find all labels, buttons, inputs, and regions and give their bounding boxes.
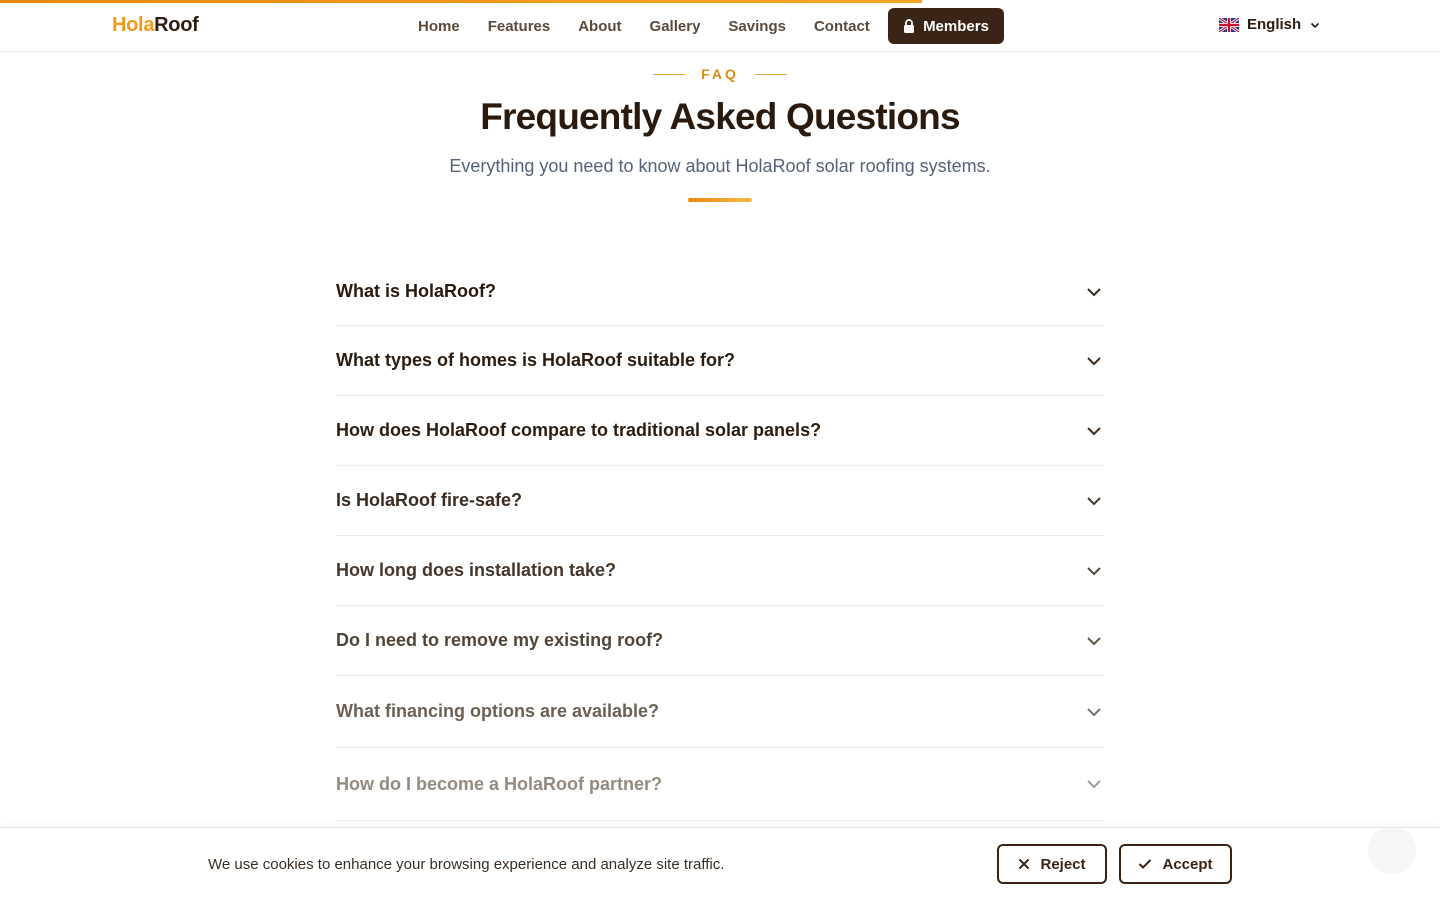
cookie-banner: We use cookies to enhance your browsing … — [0, 827, 1440, 900]
check-icon — [1139, 859, 1152, 869]
chevron-down-icon — [1087, 426, 1101, 435]
nav-link-home[interactable]: Home — [418, 18, 460, 35]
faq-question: What is HolaRoof? — [336, 281, 496, 301]
faq-item[interactable]: Do I need to remove my existing roof? — [336, 606, 1104, 676]
accept-button[interactable]: Accept — [1119, 844, 1232, 884]
nav-link-features[interactable]: Features — [488, 18, 551, 35]
chevron-down-icon — [1087, 780, 1101, 789]
faq-question: Is HolaRoof fire-safe? — [336, 490, 523, 510]
nav-link-gallery[interactable]: Gallery — [650, 18, 701, 35]
chevron-down-icon — [1087, 707, 1101, 716]
uk-flag-icon — [1219, 17, 1239, 32]
faq-question: How does HolaRoof compare to traditional… — [336, 420, 822, 440]
kicker-line-left — [653, 73, 686, 75]
faq-kicker: FAQ — [0, 66, 1440, 82]
language-selector[interactable]: English — [1219, 16, 1321, 33]
faq-question: What types of homes is HolaRoof suitable… — [336, 350, 736, 370]
faq-item[interactable]: Is HolaRoof fire-safe? — [336, 466, 1104, 536]
faq-item[interactable]: How long does installation take? — [336, 536, 1104, 606]
faq-item[interactable]: What financing options are available? — [336, 676, 1104, 748]
nav-link-savings[interactable]: Savings — [728, 18, 786, 35]
accept-label: Accept — [1162, 855, 1213, 873]
faq-question: How long does installation take? — [336, 560, 617, 580]
nav-link-about[interactable]: About — [578, 18, 621, 35]
reject-button[interactable]: Reject — [997, 844, 1107, 884]
logo-part-roof: Roof — [154, 14, 199, 36]
faq-item[interactable]: How does HolaRoof compare to traditional… — [336, 396, 1104, 466]
faq-item[interactable]: What is HolaRoof? — [336, 258, 1104, 326]
logo-part-hola: Hola — [112, 14, 155, 36]
chevron-down-icon — [1087, 496, 1101, 505]
site-header: HolaRoof Home Features About Gallery Sav… — [0, 0, 1440, 52]
chevron-down-icon — [1087, 287, 1101, 296]
faq-kicker-label: FAQ — [701, 66, 739, 82]
chevron-down-icon — [1087, 356, 1101, 365]
faq-item[interactable]: How do I become a HolaRoof partner? — [336, 748, 1104, 821]
faq-list: What is HolaRoof? What types of homes is… — [336, 258, 1104, 821]
faq-question: What financing options are available? — [336, 701, 660, 721]
reject-label: Reject — [1040, 855, 1086, 873]
cookie-message: We use cookies to enhance your browsing … — [208, 856, 725, 873]
chevron-down-icon — [1087, 566, 1101, 575]
floating-action-button[interactable] — [1368, 826, 1416, 874]
members-label: Members — [923, 17, 989, 35]
close-icon — [1019, 858, 1030, 870]
chevron-down-icon — [1087, 636, 1101, 645]
scroll-progress-bar — [0, 0, 922, 3]
lock-icon — [904, 18, 915, 33]
logo[interactable]: HolaRoof — [112, 14, 199, 37]
chevron-down-icon — [1311, 22, 1320, 28]
title-underline — [688, 198, 752, 202]
nav-link-contact[interactable]: Contact — [814, 18, 870, 35]
members-button[interactable]: Members — [888, 8, 1004, 44]
faq-item[interactable]: What types of homes is HolaRoof suitable… — [336, 326, 1104, 396]
main-nav: Home Features About Gallery Savings Cont… — [418, 0, 870, 52]
page-subtitle: Everything you need to know about HolaRo… — [449, 156, 991, 176]
faq-question: Do I need to remove my existing roof? — [336, 630, 664, 650]
language-label: English — [1247, 16, 1302, 33]
faq-question: How do I become a HolaRoof partner? — [336, 773, 663, 794]
kicker-line-right — [754, 73, 787, 75]
page-title: Frequently Asked Questions — [480, 96, 960, 137]
